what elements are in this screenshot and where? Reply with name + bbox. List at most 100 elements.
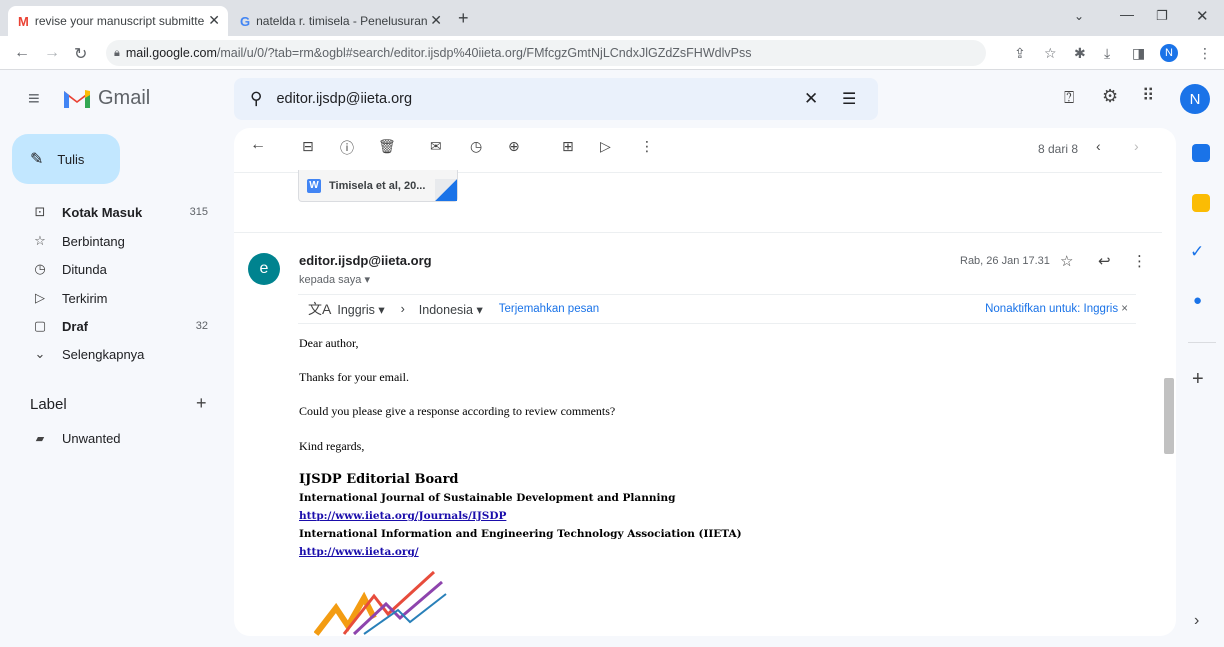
lock-icon: 🔒︎ (114, 46, 120, 59)
archive-icon[interactable]: ⊟ (302, 138, 314, 155)
tab-google-search[interactable]: G natelda r. timisela - Penelusuran ✕ (230, 6, 450, 36)
dismiss-icon[interactable]: × (1121, 303, 1128, 315)
sidebar-item-label: Selengkapnya (62, 346, 145, 362)
move-to-icon[interactable]: ⊞ (562, 138, 574, 155)
report-spam-icon[interactable]: ⓘ (340, 138, 354, 158)
url-bar[interactable]: 🔒︎ mail.google.com/mail/u/0/?tab=rm&ogbl… (106, 40, 986, 66)
label-icon[interactable]: ▷ (600, 138, 611, 155)
back-to-list-icon[interactable]: ← (250, 136, 266, 154)
sidebar-item-drafts[interactable]: ▢ Draf 32 (30, 314, 220, 338)
attachment-name: Timisela et al, 20... (329, 179, 426, 192)
pencil-icon: ✎ (30, 151, 44, 168)
target-language-select[interactable]: Indonesia ▾ (419, 302, 483, 317)
contacts-icon[interactable]: ● (1193, 292, 1202, 309)
disable-translation-link[interactable]: Nonaktifkan untuk: Inggris × (985, 303, 1128, 315)
download-icon[interactable]: ⤓ (1104, 45, 1110, 62)
sidebar-item-count: 32 (195, 320, 208, 332)
send-icon: ▷ (35, 290, 45, 305)
search-bar[interactable]: ⚲ editor.ijsdp@iieta.org ✕ ☰ (234, 78, 878, 120)
star-icon: ☆ (34, 233, 46, 248)
sidebar-item-count: 315 (189, 206, 208, 218)
clear-search-icon[interactable]: ✕ (804, 89, 818, 109)
window-close-icon[interactable]: ✕ (1196, 7, 1209, 25)
sidebar-item-label: Unwanted (62, 430, 121, 446)
more-options-icon[interactable]: ⋮ (640, 138, 654, 155)
star-message-icon[interactable]: ☆ (1060, 252, 1073, 270)
restore-icon[interactable]: ❐ (1156, 8, 1168, 24)
sender-avatar[interactable]: e (248, 253, 280, 285)
address-toolbar: ← → ↻ 🔒︎ mail.google.com/mail/u/0/?tab=r… (0, 36, 1224, 70)
disable-translation-text: Nonaktifkan untuk: Inggris (985, 303, 1119, 315)
extensions-icon[interactable]: ✱ (1074, 45, 1086, 62)
attachment-chip[interactable]: W Timisela et al, 20... (298, 170, 458, 202)
new-tab-button[interactable]: + (458, 8, 469, 29)
body-line-request: Could you please give a response accordi… (299, 404, 616, 418)
google-favicon: G (240, 13, 251, 29)
bookmark-star-icon[interactable]: ☆ (1044, 45, 1057, 62)
add-task-icon[interactable]: ⊕ (508, 138, 520, 155)
translate-bar: 文A Inggris ▾ › Indonesia ▾ Terjemahkan p… (298, 294, 1136, 324)
add-label-icon[interactable]: + (196, 393, 207, 414)
account-avatar[interactable]: N (1180, 84, 1210, 114)
apps-grid-icon[interactable]: ⠿ (1142, 86, 1154, 106)
translate-message-link[interactable]: Terjemahkan pesan (499, 303, 599, 315)
side-panel-icon[interactable]: ◨ (1132, 45, 1145, 62)
sidebar-item-label: Berbintang (62, 233, 125, 249)
share-icon[interactable]: ⇪ (1014, 45, 1026, 62)
message-date: Rab, 26 Jan 17.31 (960, 255, 1050, 267)
message-divider (234, 232, 1162, 233)
clock-icon: ◷ (34, 261, 46, 276)
settings-gear-icon[interactable]: ⚙ (1102, 86, 1118, 107)
label-tag-icon: ▰ (35, 432, 45, 445)
gmail-logo-icon[interactable] (62, 86, 92, 110)
mark-unread-icon[interactable]: ✉ (430, 138, 442, 155)
word-doc-icon: W (307, 178, 321, 193)
minimize-icon[interactable]: — (1120, 6, 1134, 22)
keep-icon[interactable] (1192, 194, 1210, 212)
search-options-icon[interactable]: ☰ (842, 89, 856, 109)
help-icon[interactable]: ⍰ (1064, 88, 1074, 108)
scrollbar-thumb[interactable] (1164, 378, 1174, 454)
chevron-down-icon: ⌄ (34, 346, 46, 361)
main-menu-icon[interactable]: ≡ (28, 88, 40, 111)
tab-search-icon[interactable]: ⌄ (1074, 9, 1084, 23)
reply-icon[interactable]: ↩ (1098, 252, 1111, 270)
body-greeting: Dear author, (299, 336, 359, 350)
reload-icon[interactable]: ↻ (74, 44, 87, 64)
close-icon[interactable]: ✕ (430, 12, 442, 29)
label-item-unwanted[interactable]: ▰ Unwanted (30, 426, 220, 450)
search-input[interactable]: editor.ijsdp@iieta.org (276, 91, 412, 107)
sidebar-item-starred[interactable]: ☆ Berbintang (30, 229, 220, 253)
journal-link[interactable]: http://www.iieta.org/Journals/IJSDP (299, 510, 506, 522)
sidebar-item-inbox[interactable]: ⊡ Kotak Masuk 315 (30, 200, 220, 224)
sidebar-item-more[interactable]: ⌄ Selengkapnya (30, 342, 220, 366)
back-arrow-icon[interactable]: ← (14, 44, 30, 62)
forward-arrow-icon[interactable]: → (44, 44, 60, 62)
delete-icon[interactable]: 🗑︎ (378, 138, 396, 155)
sender-email[interactable]: editor.ijsdp@iieta.org (299, 253, 432, 268)
source-language: Inggris (337, 302, 375, 317)
url-path: /mail/u/0/?tab=rm&ogbl#search/editor.ijs… (216, 46, 752, 60)
gmail-favicon: M (18, 13, 29, 29)
message-more-icon[interactable]: ⋮ (1132, 252, 1147, 270)
compose-button[interactable]: ✎ Tulis (12, 134, 120, 184)
get-addons-icon[interactable]: + (1192, 368, 1204, 391)
close-icon[interactable]: ✕ (208, 12, 220, 29)
search-icon[interactable]: ⚲ (250, 89, 262, 109)
tasks-icon[interactable]: ✓ (1190, 242, 1204, 262)
calendar-icon[interactable] (1192, 144, 1210, 162)
expand-side-panel-icon[interactable]: › (1194, 612, 1199, 630)
iieta-logo-image (314, 570, 447, 636)
association-link[interactable]: http://www.iieta.org/ (299, 546, 419, 558)
recipient-toggle[interactable]: kepada saya ▾ (299, 273, 370, 286)
newer-chevron-icon[interactable]: ‹ (1096, 138, 1101, 154)
compose-label: Tulis (57, 151, 85, 167)
source-language-select[interactable]: Inggris ▾ (337, 302, 384, 317)
browser-menu-icon[interactable]: ⋮ (1198, 45, 1212, 62)
snooze-icon[interactable]: ◷ (470, 138, 482, 155)
older-chevron-icon[interactable]: › (1134, 138, 1139, 154)
sidebar-item-snoozed[interactable]: ◷ Ditunda (30, 257, 220, 281)
browser-profile-avatar[interactable]: N (1160, 44, 1178, 62)
sidebar-item-sent[interactable]: ▷ Terkirim (30, 286, 220, 310)
tab-gmail[interactable]: M revise your manuscript submitte ✕ (8, 6, 228, 36)
